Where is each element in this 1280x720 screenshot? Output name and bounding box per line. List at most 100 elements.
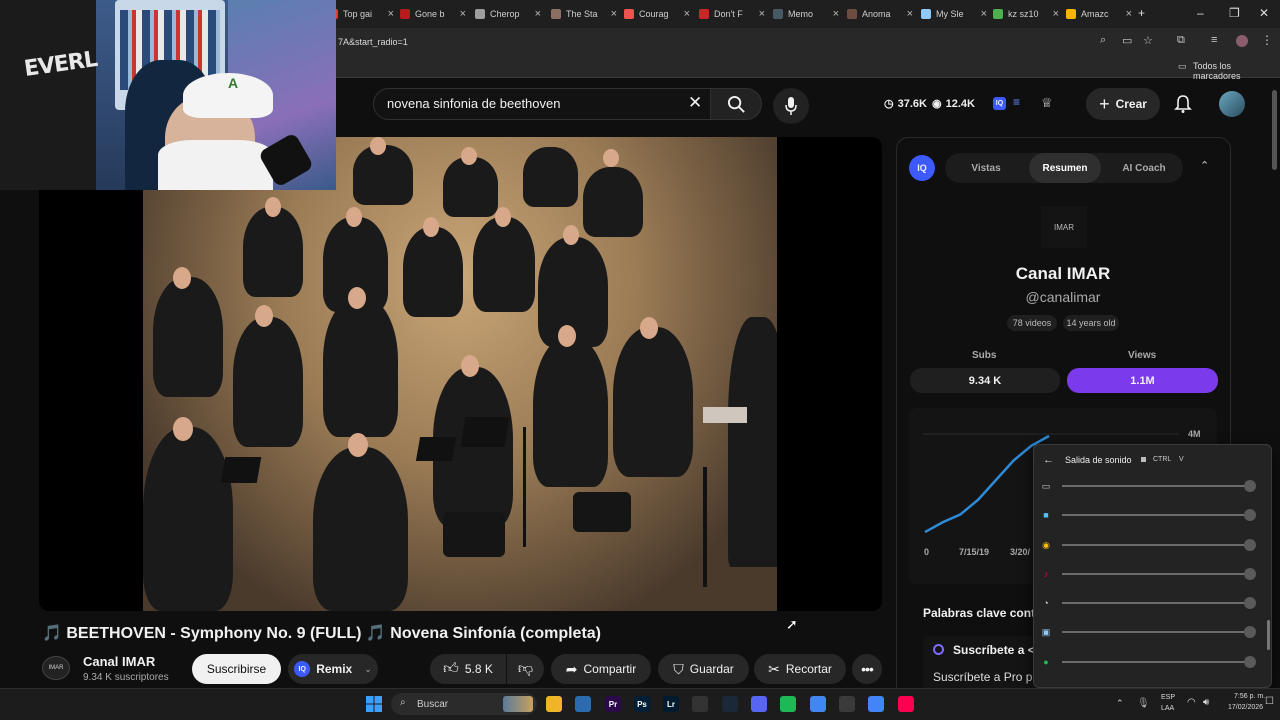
browser-tab[interactable]: Top gai × <box>328 4 394 24</box>
clear-search-icon[interactable]: ✕ <box>688 93 702 113</box>
tab-close-icon[interactable]: × <box>833 8 839 20</box>
tray-mic-icon[interactable]: 🎙︎ <box>1137 698 1150 709</box>
volume-slider[interactable] <box>1062 568 1256 580</box>
save-button[interactable]: ⛉ Guardar <box>658 654 749 684</box>
volume-slider-knob[interactable] <box>1244 509 1256 521</box>
vidiq-icon[interactable]: IQ <box>993 97 1006 110</box>
notifications-tray-icon[interactable]: ☐ <box>1265 696 1274 707</box>
volume-slider[interactable] <box>1062 656 1256 668</box>
chrome-icon[interactable] <box>868 696 884 712</box>
all-bookmarks-link[interactable]: Todos los marcadores <box>1193 61 1280 81</box>
browser-tab[interactable]: kz sz10 × <box>993 4 1059 24</box>
views-value[interactable]: 1.1M <box>1067 368 1218 393</box>
obs-icon[interactable] <box>839 696 855 712</box>
vidiq-menu-icon[interactable]: ≡ <box>1013 95 1020 109</box>
search-button[interactable] <box>710 88 762 120</box>
discord-icon[interactable] <box>751 696 767 712</box>
volume-slider[interactable] <box>1062 539 1256 551</box>
browser-tab[interactable]: Amazc × <box>1066 4 1132 24</box>
tab-vistas[interactable]: Vistas <box>955 153 1017 183</box>
volume-slider-knob[interactable] <box>1244 597 1256 609</box>
volume-slider[interactable] <box>1062 509 1256 521</box>
media-icon[interactable]: ≡ <box>1211 34 1217 46</box>
photoshop-icon[interactable]: Ps <box>634 696 650 712</box>
create-button[interactable]: + Crear <box>1086 88 1160 120</box>
search-input[interactable]: novena sinfonia de beethoven ✕ <box>373 88 711 120</box>
popup-scrollbar[interactable] <box>1267 620 1270 650</box>
share-button[interactable]: ➦ Compartir <box>551 654 651 684</box>
tiktok-icon[interactable] <box>898 696 914 712</box>
tab-close-icon[interactable]: × <box>981 8 987 20</box>
video-player[interactable] <box>39 137 882 611</box>
page-scrollbar[interactable] <box>1272 90 1277 170</box>
tab-close-icon[interactable]: × <box>907 8 913 20</box>
app-icon[interactable] <box>575 696 591 712</box>
tab-resumen[interactable]: Resumen <box>1029 153 1101 183</box>
tab-close-icon[interactable]: × <box>1053 8 1059 20</box>
browser-tab[interactable]: Memo × <box>773 4 839 24</box>
tab-close-icon[interactable]: × <box>388 8 394 20</box>
volume-slider-knob[interactable] <box>1244 656 1256 668</box>
channel-logo[interactable]: IMAR <box>42 656 70 680</box>
tab-close-icon[interactable]: × <box>535 8 541 20</box>
user-avatar[interactable] <box>1219 91 1245 117</box>
steam-icon[interactable] <box>722 696 738 712</box>
new-tab-icon[interactable]: + <box>1138 6 1145 20</box>
more-actions-button[interactable]: ••• <box>852 654 882 684</box>
minimize-icon[interactable]: – <box>1197 6 1204 20</box>
volume-slider-knob[interactable] <box>1244 626 1256 638</box>
maximize-icon[interactable]: ❐ <box>1229 6 1240 20</box>
files-icon[interactable] <box>546 696 562 712</box>
tray-chevron-icon[interactable]: ⌃ <box>1116 698 1124 709</box>
subscribe-button[interactable]: Suscribirse <box>192 654 281 684</box>
clip-button[interactable]: ✂ Recortar <box>754 654 846 684</box>
volume-slider[interactable] <box>1062 480 1256 492</box>
clock-time[interactable]: 7:56 p. m. <box>1234 693 1265 700</box>
tab-close-icon[interactable]: × <box>759 8 765 20</box>
subs-value[interactable]: 9.34 K <box>910 368 1060 393</box>
browser-tab[interactable]: Courag × <box>624 4 690 24</box>
spotify-icon[interactable] <box>780 696 796 712</box>
chrome-icon[interactable] <box>810 696 826 712</box>
volume-icon[interactable]: 🔊︎ <box>1203 697 1209 708</box>
lightroom-icon[interactable]: Lr <box>663 696 679 712</box>
zoom-icon[interactable]: ⌕ <box>1100 34 1106 47</box>
premiere-icon[interactable]: Pr <box>605 696 621 712</box>
collapse-chevron-icon[interactable]: ⌃ <box>1200 159 1209 172</box>
like-button[interactable]: 👍︎ 5.8 K <box>430 654 506 684</box>
notifications-bell-icon[interactable] <box>1174 94 1192 114</box>
epic-icon[interactable] <box>692 696 708 712</box>
wifi-icon[interactable]: ◠ <box>1187 697 1196 708</box>
bookmark-star-icon[interactable]: ☆ <box>1143 34 1153 47</box>
lang-top[interactable]: ESP <box>1161 694 1175 701</box>
volume-slider-knob[interactable] <box>1244 539 1256 551</box>
tab-close-icon[interactable]: × <box>611 8 617 20</box>
menu-dots-icon[interactable]: ⋮ <box>1261 33 1273 47</box>
trophy-icon[interactable]: ♕ <box>1041 95 1053 111</box>
voice-search-button[interactable] <box>773 88 809 124</box>
browser-tab[interactable]: The Sta × <box>551 4 617 24</box>
clock-date[interactable]: 17/02/2026 <box>1228 704 1263 711</box>
browser-tab[interactable]: My Sle × <box>921 4 987 24</box>
browser-tab[interactable]: Gone b × <box>400 4 466 24</box>
lang-bottom[interactable]: LAA <box>1161 705 1174 712</box>
browser-tab[interactable]: Don't F × <box>699 4 765 24</box>
tab-close-icon[interactable]: × <box>684 8 690 20</box>
close-window-icon[interactable]: ✕ <box>1259 6 1269 20</box>
back-arrow-icon[interactable]: ← <box>1043 454 1054 466</box>
taskbar-search[interactable]: ⌕ Buscar <box>391 693 537 715</box>
tab-ai-coach[interactable]: AI Coach <box>1112 153 1176 183</box>
extensions-icon[interactable]: ⧉ <box>1177 34 1185 47</box>
volume-slider[interactable] <box>1062 626 1256 638</box>
volume-slider-knob[interactable] <box>1244 480 1256 492</box>
windows-start-icon[interactable] <box>366 696 382 712</box>
profile-avatar[interactable] <box>1236 35 1248 47</box>
browser-tab[interactable]: Cherop × <box>475 4 541 24</box>
tab-close-icon[interactable]: × <box>460 8 466 20</box>
browser-tab[interactable]: Anoma × <box>847 4 913 24</box>
volume-slider[interactable] <box>1062 597 1256 609</box>
dislike-button[interactable]: 👎︎ <box>507 654 544 684</box>
tab-close-icon[interactable]: × <box>1126 8 1132 20</box>
channel-name[interactable]: Canal IMAR <box>83 654 155 669</box>
volume-slider-knob[interactable] <box>1244 568 1256 580</box>
